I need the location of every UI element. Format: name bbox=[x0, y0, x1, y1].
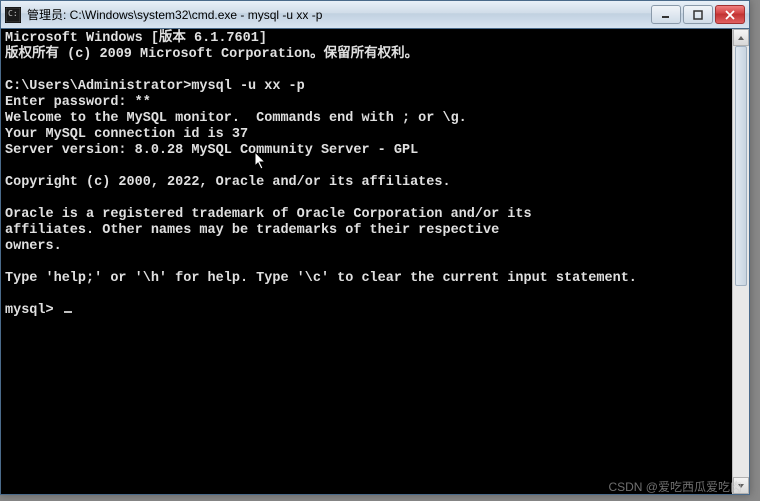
terminal-line: owners. bbox=[5, 239, 62, 254]
titlebar[interactable]: C: 管理员: C:\Windows\system32\cmd.exe - my… bbox=[1, 1, 749, 29]
terminal-line: Your MySQL connection id is 37 bbox=[5, 127, 248, 142]
terminal-line: affiliates. Other names may be trademark… bbox=[5, 223, 499, 238]
vertical-scrollbar[interactable] bbox=[732, 29, 749, 494]
minimize-icon bbox=[661, 10, 671, 20]
terminal-line: Type 'help;' or '\h' for help. Type '\c'… bbox=[5, 271, 637, 286]
cmd-icon: C: bbox=[5, 7, 21, 23]
svg-text:C:: C: bbox=[8, 9, 18, 18]
mysql-prompt: mysql> bbox=[5, 303, 62, 318]
terminal-output[interactable]: Microsoft Windows [版本 6.1.7601] 版权所有 (c)… bbox=[1, 29, 732, 494]
cmd-window: C: 管理员: C:\Windows\system32\cmd.exe - my… bbox=[0, 0, 750, 495]
window-title: 管理员: C:\Windows\system32\cmd.exe - mysql… bbox=[27, 6, 651, 23]
terminal-prompt: C:\Users\Administrator>mysql -u xx -p bbox=[5, 79, 305, 94]
maximize-icon bbox=[693, 10, 703, 20]
terminal-line: Server version: 8.0.28 MySQL Community S… bbox=[5, 143, 418, 158]
minimize-button[interactable] bbox=[651, 5, 681, 24]
terminal-line: Enter password: ** bbox=[5, 95, 151, 110]
close-icon bbox=[725, 10, 735, 20]
terminal-line: Welcome to the MySQL monitor. Commands e… bbox=[5, 111, 467, 126]
close-button[interactable] bbox=[715, 5, 745, 24]
scroll-thumb[interactable] bbox=[735, 46, 747, 286]
text-cursor bbox=[64, 311, 72, 313]
chevron-up-icon bbox=[737, 35, 745, 41]
maximize-button[interactable] bbox=[683, 5, 713, 24]
terminal-line: Copyright (c) 2000, 2022, Oracle and/or … bbox=[5, 175, 451, 190]
scroll-up-button[interactable] bbox=[733, 29, 749, 46]
chevron-down-icon bbox=[737, 483, 745, 489]
terminal-line: Microsoft Windows [版本 6.1.7601] bbox=[5, 31, 267, 46]
terminal-line: Oracle is a registered trademark of Orac… bbox=[5, 207, 532, 222]
scroll-track[interactable] bbox=[733, 46, 749, 477]
window-controls bbox=[651, 5, 745, 24]
scroll-down-button[interactable] bbox=[733, 477, 749, 494]
terminal-line: 版权所有 (c) 2009 Microsoft Corporation。保留所有… bbox=[5, 47, 418, 62]
